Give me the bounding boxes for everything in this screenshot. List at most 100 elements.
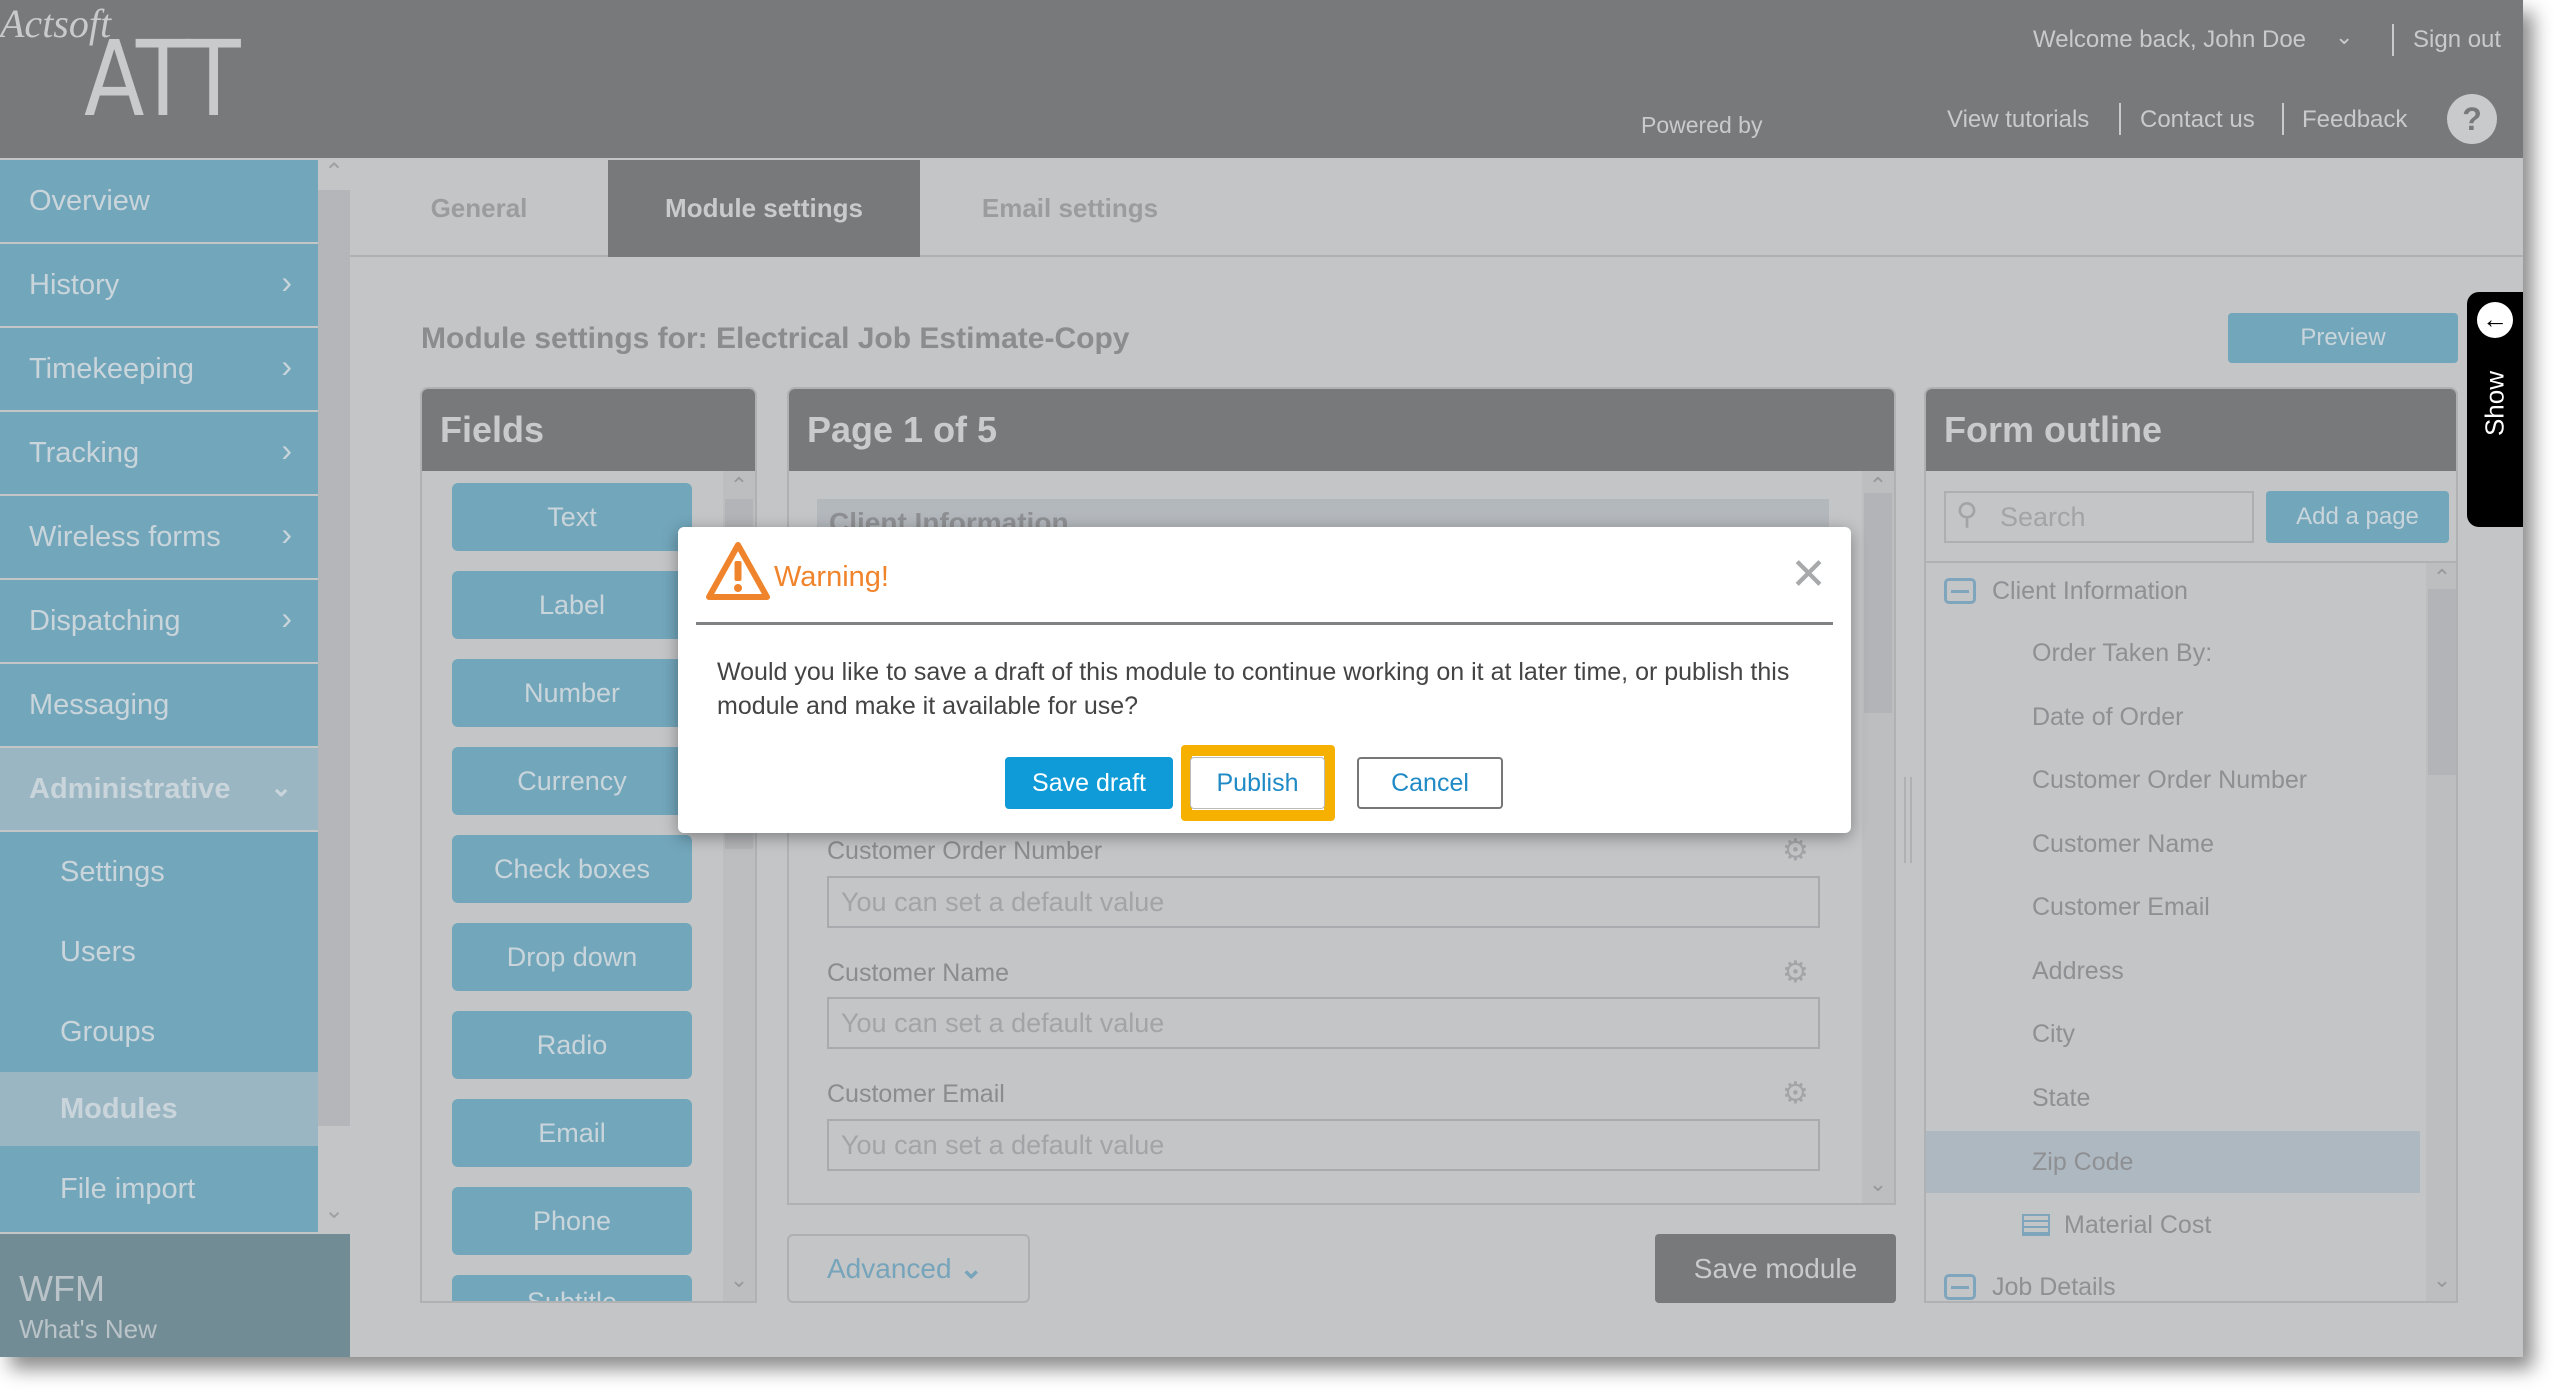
sidebar-item-dispatching[interactable]: Dispatching › bbox=[0, 580, 318, 662]
sidebar-item-administrative[interactable]: Administrative ⌄ bbox=[0, 748, 318, 830]
view-tutorials-link[interactable]: View tutorials bbox=[1947, 106, 2089, 134]
feedback-link[interactable]: Feedback bbox=[2302, 106, 2407, 134]
outline-item[interactable]: Customer Name bbox=[1926, 816, 2420, 872]
sidebar-subitem-file-import[interactable]: File import bbox=[0, 1146, 318, 1232]
tab-bar: General Module settings Email settings bbox=[350, 158, 2523, 257]
whats-new-panel[interactable]: WFM What's New bbox=[0, 1234, 350, 1357]
gear-icon[interactable]: ⚙ bbox=[1782, 833, 1809, 868]
field-currency-button[interactable]: Currency bbox=[452, 747, 692, 815]
outline-item-selected[interactable]: Zip Code bbox=[1926, 1131, 2420, 1193]
sidebar-subitem-users[interactable]: Users bbox=[0, 912, 318, 992]
field-dropdown-button[interactable]: Drop down bbox=[452, 923, 692, 991]
customer-name-input[interactable]: You can set a default value bbox=[827, 997, 1820, 1049]
dialog-title: Warning! bbox=[774, 561, 889, 593]
whats-new-link[interactable]: What's New bbox=[19, 1314, 157, 1345]
scroll-down-icon[interactable]: ⌄ bbox=[1862, 1171, 1894, 1197]
page-scroll-thumb[interactable] bbox=[1864, 493, 1892, 713]
publish-button[interactable]: Publish bbox=[1190, 757, 1325, 809]
outline-item[interactable]: Address bbox=[1926, 943, 2420, 999]
sidebar-item-label: Administrative bbox=[29, 772, 231, 805]
outline-scrollbar[interactable]: ⌃ ⌄ bbox=[2426, 563, 2456, 1301]
collapse-icon[interactable] bbox=[1944, 578, 1976, 604]
page-title: Module settings for: Electrical Job Esti… bbox=[421, 322, 1130, 355]
user-menu[interactable]: Welcome back, John Doe bbox=[2033, 26, 2306, 54]
sidebar-subitem-groups[interactable]: Groups bbox=[0, 992, 318, 1072]
preview-button[interactable]: Preview bbox=[2228, 313, 2458, 363]
add-page-button[interactable]: Add a page bbox=[2266, 491, 2449, 543]
scroll-up-icon[interactable]: ⌃ bbox=[2426, 565, 2456, 591]
advanced-button[interactable]: Advanced ⌄ bbox=[787, 1234, 1030, 1303]
form-outline-title: Form outline bbox=[1926, 389, 2456, 471]
gear-icon[interactable]: ⚙ bbox=[1782, 1076, 1809, 1111]
sidebar-scroll-thumb[interactable] bbox=[318, 190, 350, 1126]
outline-item[interactable]: Customer Order Number bbox=[1926, 752, 2420, 808]
outline-item[interactable]: City bbox=[1926, 1006, 2420, 1062]
scroll-up-icon[interactable]: ⌃ bbox=[322, 158, 346, 188]
tab-module-settings[interactable]: Module settings bbox=[608, 160, 920, 257]
outline-item[interactable]: Date of Order bbox=[1926, 689, 2420, 745]
sidebar-subitem-modules[interactable]: Modules bbox=[0, 1072, 318, 1146]
outline-group[interactable]: Job Details bbox=[1926, 1259, 2420, 1301]
field-label: Customer Name bbox=[827, 959, 1009, 987]
chevron-down-icon: ⌄ bbox=[959, 1253, 984, 1284]
field-subtitle-button[interactable]: Subtitle bbox=[452, 1275, 692, 1301]
field-phone-button[interactable]: Phone bbox=[452, 1187, 692, 1255]
sidebar-item-wireless-forms[interactable]: Wireless forms › bbox=[0, 496, 318, 578]
tab-general[interactable]: General bbox=[350, 160, 608, 257]
top-header: ATT Welcome back, John Doe ⌄ Sign out Po… bbox=[0, 0, 2523, 158]
field-radio-button[interactable]: Radio bbox=[452, 1011, 692, 1079]
wfm-title: WFM bbox=[19, 1268, 105, 1309]
scroll-down-icon[interactable]: ⌄ bbox=[723, 1267, 755, 1293]
customer-order-number-input[interactable]: You can set a default value bbox=[827, 876, 1820, 928]
sidebar-item-tracking[interactable]: Tracking › bbox=[0, 412, 318, 494]
fields-panel: Fields Text Label Number Currency Check … bbox=[420, 387, 757, 1303]
outline-item[interactable]: State bbox=[1926, 1070, 2420, 1126]
field-email-button[interactable]: Email bbox=[452, 1099, 692, 1167]
chevron-right-icon: › bbox=[281, 432, 292, 468]
dialog-message: Would you like to save a draft of this m… bbox=[717, 658, 1790, 720]
field-checkboxes-button[interactable]: Check boxes bbox=[452, 835, 692, 903]
close-icon[interactable]: ✕ bbox=[1790, 549, 1827, 600]
cancel-button[interactable]: Cancel bbox=[1357, 757, 1503, 809]
sidebar-item-messaging[interactable]: Messaging bbox=[0, 664, 318, 746]
sidebar-item-history[interactable]: History › bbox=[0, 244, 318, 326]
outline-group[interactable]: Client Information bbox=[1926, 563, 2420, 619]
collapse-icon[interactable] bbox=[1944, 1274, 1976, 1300]
scroll-up-icon[interactable]: ⌃ bbox=[1862, 473, 1894, 499]
form-outline-panel: Form outline Search ⚲ Add a page Client … bbox=[1924, 387, 2458, 1303]
show-panel-tab[interactable]: ← Show bbox=[2467, 292, 2523, 527]
chevron-right-icon: › bbox=[281, 348, 292, 384]
chevron-down-icon[interactable]: ⌄ bbox=[2335, 24, 2353, 50]
warning-icon bbox=[706, 542, 770, 600]
scroll-down-icon[interactable]: ⌄ bbox=[322, 1196, 346, 1226]
sidebar-item-label: History bbox=[29, 268, 120, 301]
outline-item[interactable]: Customer Email bbox=[1926, 879, 2420, 935]
search-icon: ⚲ bbox=[1956, 498, 1978, 531]
field-number-button[interactable]: Number bbox=[452, 659, 692, 727]
customer-email-input[interactable]: You can set a default value bbox=[827, 1119, 1820, 1171]
gear-icon[interactable]: ⚙ bbox=[1782, 955, 1809, 990]
app-window: ATT Welcome back, John Doe ⌄ Sign out Po… bbox=[0, 0, 2523, 1357]
panel-splitter-handle[interactable] bbox=[1902, 777, 1914, 917]
outline-item[interactable]: Material Cost bbox=[1926, 1197, 2420, 1253]
divider bbox=[2392, 24, 2394, 56]
sign-out-link[interactable]: Sign out bbox=[2413, 26, 2501, 54]
outline-item[interactable]: Order Taken By: bbox=[1926, 625, 2420, 681]
scroll-up-icon[interactable]: ⌃ bbox=[723, 473, 755, 499]
outline-search-input[interactable]: Search bbox=[1944, 491, 2254, 543]
tab-email-settings[interactable]: Email settings bbox=[920, 160, 1220, 257]
save-draft-button[interactable]: Save draft bbox=[1005, 757, 1173, 809]
sidebar-subitem-settings[interactable]: Settings bbox=[0, 832, 318, 912]
scroll-down-icon[interactable]: ⌄ bbox=[2426, 1267, 2456, 1293]
sidebar-item-label: Users bbox=[60, 935, 136, 968]
field-label-button[interactable]: Label bbox=[452, 571, 692, 639]
page-scrollbar[interactable]: ⌃ ⌄ bbox=[1862, 471, 1894, 1203]
outline-scroll-thumb[interactable] bbox=[2428, 589, 2456, 775]
fields-panel-title: Fields bbox=[422, 389, 755, 471]
save-module-button[interactable]: Save module bbox=[1655, 1234, 1896, 1303]
sidebar-item-timekeeping[interactable]: Timekeeping › bbox=[0, 328, 318, 410]
field-text-button[interactable]: Text bbox=[452, 483, 692, 551]
help-icon[interactable]: ? bbox=[2447, 94, 2497, 144]
sidebar-item-overview[interactable]: Overview bbox=[0, 160, 318, 242]
contact-us-link[interactable]: Contact us bbox=[2140, 106, 2255, 134]
